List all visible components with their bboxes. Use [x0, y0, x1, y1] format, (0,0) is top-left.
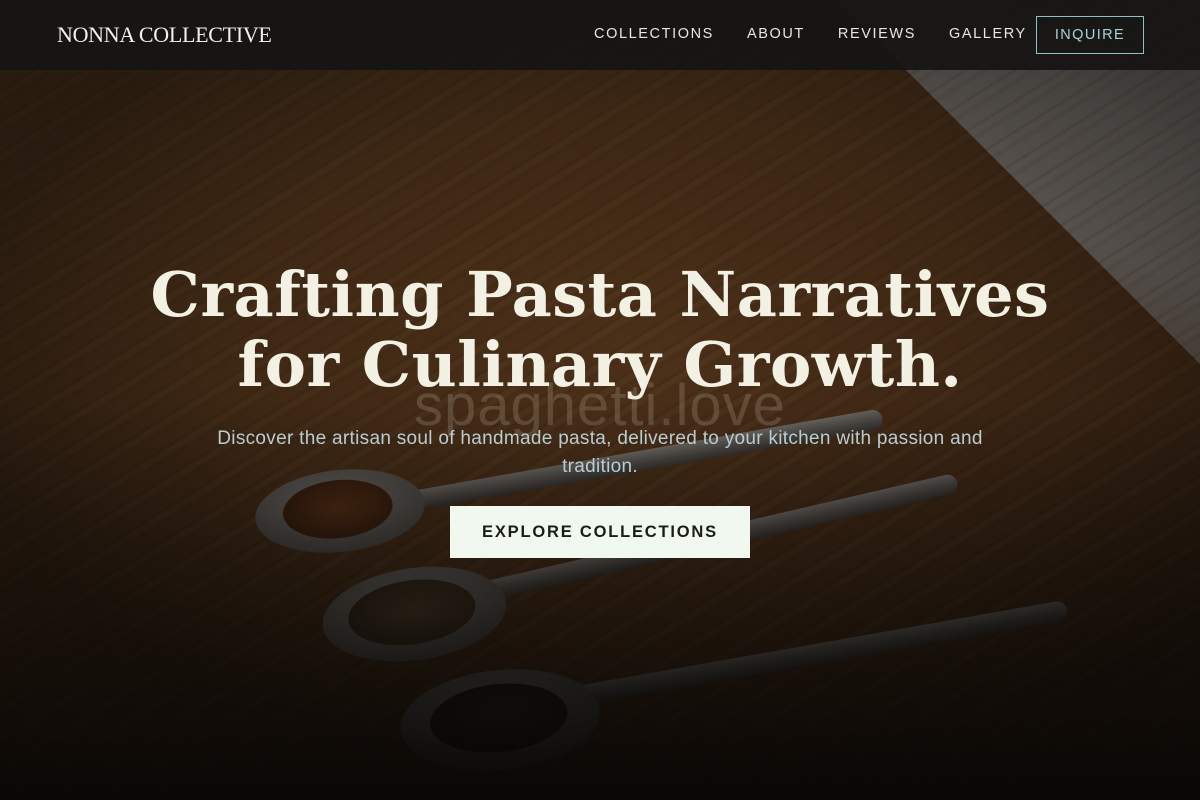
hero-headline-line-1: Crafting Pasta Narratives [150, 258, 1050, 331]
explore-collections-button[interactable]: EXPLORE COLLECTIONS [450, 506, 750, 558]
brand-logo[interactable]: NONNA COLLECTIVE [57, 22, 272, 48]
inquire-button[interactable]: INQUIRE [1036, 16, 1144, 54]
hero-subheadline: Discover the artisan soul of handmade pa… [217, 428, 983, 477]
top-navigation-bar: NONNA COLLECTIVE COLLECTIONS ABOUT REVIE… [0, 0, 1200, 70]
nav-link-reviews[interactable]: REVIEWS [838, 26, 916, 42]
nav-links: COLLECTIONS ABOUT REVIEWS GALLERY [594, 26, 1060, 42]
nav-link-collections[interactable]: COLLECTIONS [594, 26, 714, 42]
nav-link-gallery[interactable]: GALLERY [949, 26, 1027, 42]
nav-link-about[interactable]: ABOUT [747, 26, 805, 42]
